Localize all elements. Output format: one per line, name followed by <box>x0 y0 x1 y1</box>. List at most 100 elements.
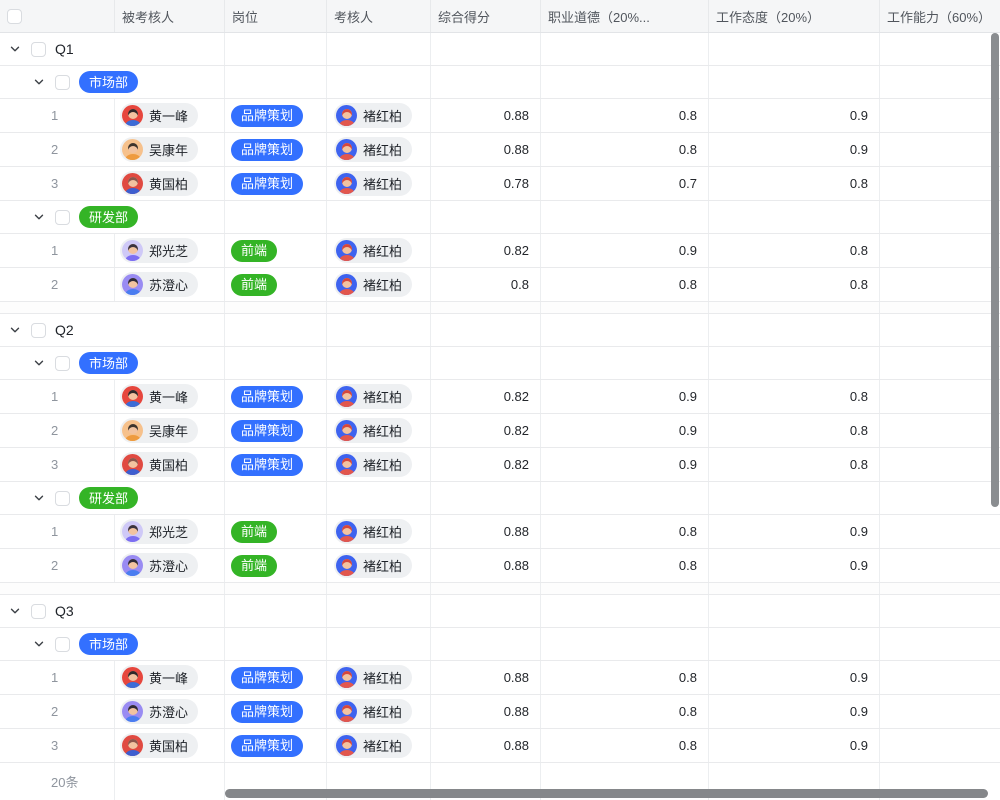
attitude-score[interactable]: 0.9 <box>709 729 880 762</box>
overall-score[interactable]: 0.88 <box>431 695 541 728</box>
assessor-cell[interactable]: 褚红柏 <box>327 167 431 200</box>
assessee-cell[interactable]: 黄一峰 <box>115 380 225 413</box>
position-cell[interactable]: 品牌策划 <box>225 414 327 447</box>
assessee-cell[interactable]: 黄国柏 <box>115 729 225 762</box>
column-header-ethics[interactable]: 职业道德（20%... <box>541 0 709 32</box>
overall-score[interactable]: 0.88 <box>431 515 541 548</box>
ethics-score[interactable]: 0.8 <box>541 695 709 728</box>
ability-score[interactable] <box>880 99 1000 132</box>
ethics-score[interactable]: 0.8 <box>541 549 709 582</box>
ethics-score[interactable]: 0.9 <box>541 414 709 447</box>
record-row[interactable]: 3 黄国柏 品牌策划 褚红柏 0.88 0.8 0.9 <box>0 729 1000 763</box>
record-row[interactable]: 2 苏澄心 前端 褚红柏 0.8 0.8 0.8 <box>0 268 1000 302</box>
ethics-score[interactable]: 0.8 <box>541 661 709 694</box>
ethics-score[interactable]: 0.8 <box>541 268 709 301</box>
group-checkbox[interactable] <box>31 604 46 619</box>
assessor-cell[interactable]: 褚红柏 <box>327 515 431 548</box>
assessor-cell[interactable]: 褚红柏 <box>327 549 431 582</box>
record-row[interactable]: 1 黄一峰 品牌策划 褚红柏 0.88 0.8 0.9 <box>0 661 1000 695</box>
ability-score[interactable] <box>880 414 1000 447</box>
record-row[interactable]: 1 郑光芝 前端 褚红柏 0.82 0.9 0.8 <box>0 234 1000 268</box>
assessee-cell[interactable]: 苏澄心 <box>115 549 225 582</box>
assessor-cell[interactable]: 褚红柏 <box>327 729 431 762</box>
overall-score[interactable]: 0.8 <box>431 268 541 301</box>
attitude-score[interactable]: 0.8 <box>709 380 880 413</box>
department-group-row[interactable]: 市场部 <box>0 628 1000 661</box>
overall-score[interactable]: 0.88 <box>431 661 541 694</box>
column-header-overall[interactable]: 综合得分 <box>431 0 541 32</box>
assessor-cell[interactable]: 褚红柏 <box>327 380 431 413</box>
position-cell[interactable]: 品牌策划 <box>225 99 327 132</box>
assessor-cell[interactable]: 褚红柏 <box>327 268 431 301</box>
overall-score[interactable]: 0.88 <box>431 549 541 582</box>
attitude-score[interactable]: 0.9 <box>709 133 880 166</box>
overall-score[interactable]: 0.82 <box>431 414 541 447</box>
ethics-score[interactable]: 0.9 <box>541 234 709 267</box>
group-checkbox[interactable] <box>55 210 70 225</box>
attitude-score[interactable]: 0.9 <box>709 99 880 132</box>
quarter-group-row[interactable]: Q2 <box>0 314 1000 347</box>
assessor-cell[interactable]: 褚红柏 <box>327 133 431 166</box>
assessee-cell[interactable]: 郑光芝 <box>115 515 225 548</box>
assessee-cell[interactable]: 黄一峰 <box>115 661 225 694</box>
department-group-row[interactable]: 研发部 <box>0 201 1000 234</box>
ability-score[interactable] <box>880 661 1000 694</box>
assessor-cell[interactable]: 褚红柏 <box>327 448 431 481</box>
collapse-chevron-icon[interactable] <box>32 75 46 89</box>
attitude-score[interactable]: 0.8 <box>709 234 880 267</box>
collapse-chevron-icon[interactable] <box>32 491 46 505</box>
position-cell[interactable]: 前端 <box>225 515 327 548</box>
group-checkbox[interactable] <box>55 491 70 506</box>
assessee-cell[interactable]: 苏澄心 <box>115 268 225 301</box>
group-checkbox[interactable] <box>31 323 46 338</box>
assessee-cell[interactable]: 吴康年 <box>115 414 225 447</box>
record-row[interactable]: 3 黄国柏 品牌策划 褚红柏 0.78 0.7 0.8 <box>0 167 1000 201</box>
assessor-cell[interactable]: 褚红柏 <box>327 99 431 132</box>
assessor-cell[interactable]: 褚红柏 <box>327 661 431 694</box>
attitude-score[interactable]: 0.8 <box>709 414 880 447</box>
position-cell[interactable]: 品牌策划 <box>225 661 327 694</box>
attitude-score[interactable]: 0.9 <box>709 661 880 694</box>
position-cell[interactable]: 前端 <box>225 234 327 267</box>
horizontal-scrollbar[interactable] <box>225 789 988 798</box>
department-group-row[interactable]: 研发部 <box>0 482 1000 515</box>
ethics-score[interactable]: 0.7 <box>541 167 709 200</box>
ability-score[interactable] <box>880 729 1000 762</box>
attitude-score[interactable]: 0.9 <box>709 695 880 728</box>
ability-score[interactable] <box>880 549 1000 582</box>
position-cell[interactable]: 品牌策划 <box>225 167 327 200</box>
record-row[interactable]: 1 黄一峰 品牌策划 褚红柏 0.82 0.9 0.8 <box>0 380 1000 414</box>
ability-score[interactable] <box>880 695 1000 728</box>
overall-score[interactable]: 0.78 <box>431 167 541 200</box>
assessor-cell[interactable]: 褚红柏 <box>327 695 431 728</box>
record-row[interactable]: 3 黄国柏 品牌策划 褚红柏 0.82 0.9 0.8 <box>0 448 1000 482</box>
collapse-chevron-icon[interactable] <box>32 356 46 370</box>
position-cell[interactable]: 前端 <box>225 268 327 301</box>
assessee-cell[interactable]: 黄一峰 <box>115 99 225 132</box>
overall-score[interactable]: 0.82 <box>431 448 541 481</box>
record-row[interactable]: 1 黄一峰 品牌策划 褚红柏 0.88 0.8 0.9 <box>0 99 1000 133</box>
position-cell[interactable]: 品牌策划 <box>225 133 327 166</box>
attitude-score[interactable]: 0.8 <box>709 167 880 200</box>
group-checkbox[interactable] <box>31 42 46 57</box>
record-row[interactable]: 1 郑光芝 前端 褚红柏 0.88 0.8 0.9 <box>0 515 1000 549</box>
ethics-score[interactable]: 0.8 <box>541 729 709 762</box>
assessee-cell[interactable]: 黄国柏 <box>115 448 225 481</box>
ability-score[interactable] <box>880 268 1000 301</box>
position-cell[interactable]: 品牌策划 <box>225 380 327 413</box>
overall-score[interactable]: 0.82 <box>431 380 541 413</box>
assessee-cell[interactable]: 苏澄心 <box>115 695 225 728</box>
collapse-chevron-icon[interactable] <box>32 637 46 651</box>
ability-score[interactable] <box>880 133 1000 166</box>
record-row[interactable]: 2 吴康年 品牌策划 褚红柏 0.82 0.9 0.8 <box>0 414 1000 448</box>
column-header-assessee[interactable]: 被考核人 <box>115 0 225 32</box>
group-checkbox[interactable] <box>55 637 70 652</box>
ability-score[interactable] <box>880 380 1000 413</box>
assessee-cell[interactable]: 黄国柏 <box>115 167 225 200</box>
vertical-scrollbar[interactable] <box>991 33 999 507</box>
position-cell[interactable]: 品牌策划 <box>225 729 327 762</box>
column-header-attitude[interactable]: 工作态度（20%） <box>709 0 880 32</box>
column-header-ability[interactable]: 工作能力（60%） <box>880 0 1000 32</box>
column-header-assessor[interactable]: 考核人 <box>327 0 431 32</box>
overall-score[interactable]: 0.82 <box>431 234 541 267</box>
